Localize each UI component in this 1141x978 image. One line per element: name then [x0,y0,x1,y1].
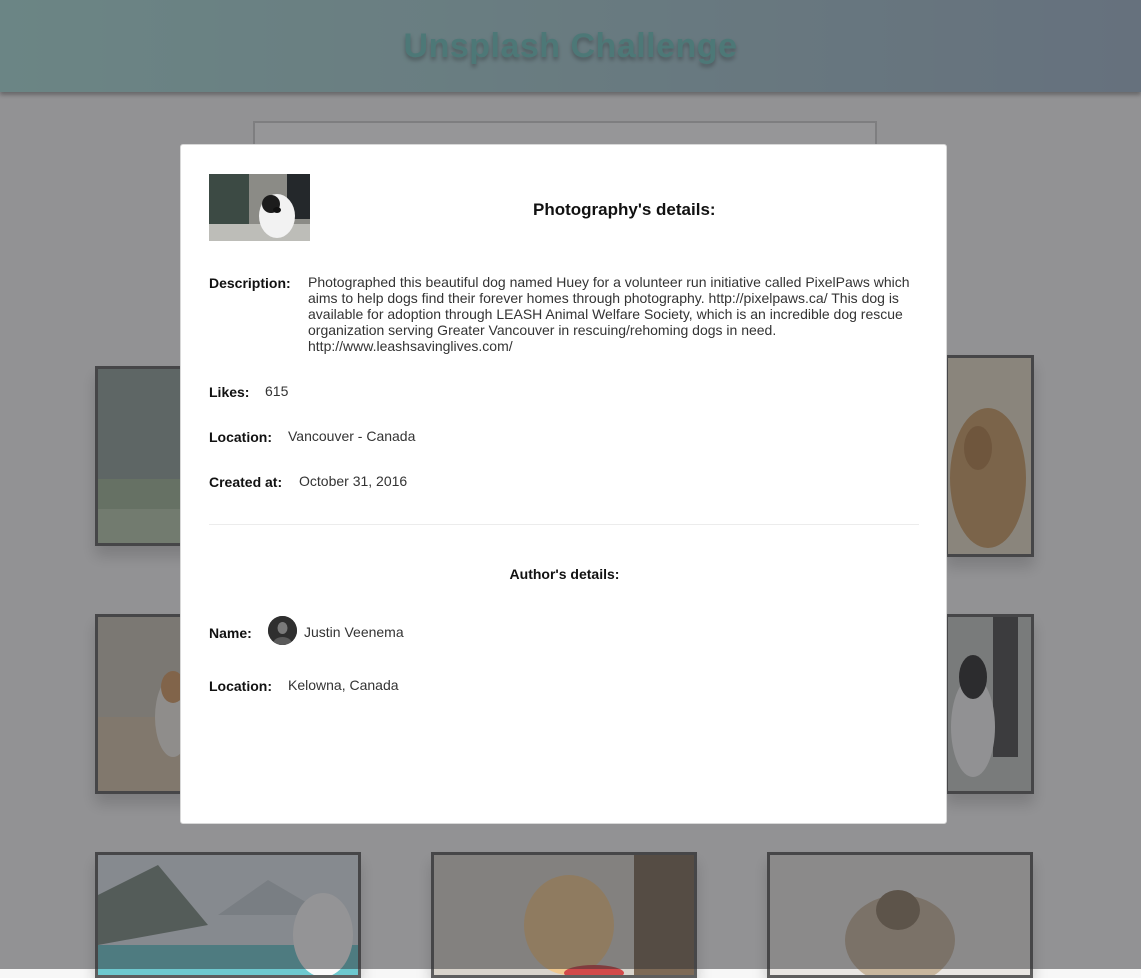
author-details-title: Author's details: [509,566,620,582]
location-value: Vancouver - Canada [288,428,416,444]
created-at-label: Created at: [209,474,283,490]
description-value: Photographed this beautiful dog named Hu… [308,274,910,354]
author-name-label: Name: [209,625,252,641]
author-location-label: Location: [209,678,272,694]
description-label: Description: [209,275,291,291]
location-label: Location: [209,429,272,445]
author-location-value: Kelowna, Canada [288,677,399,693]
photo-thumbnail [209,174,310,241]
author-name-value: Justin Veenema [304,624,404,640]
photo-details-modal: Photography's details: Description: Phot… [180,144,947,824]
author-avatar [268,616,297,645]
photo-details-title: Photography's details: [533,200,716,219]
section-divider [209,524,919,525]
created-at-value: October 31, 2016 [299,473,408,489]
likes-value: 615 [265,383,289,399]
likes-label: Likes: [209,384,250,400]
